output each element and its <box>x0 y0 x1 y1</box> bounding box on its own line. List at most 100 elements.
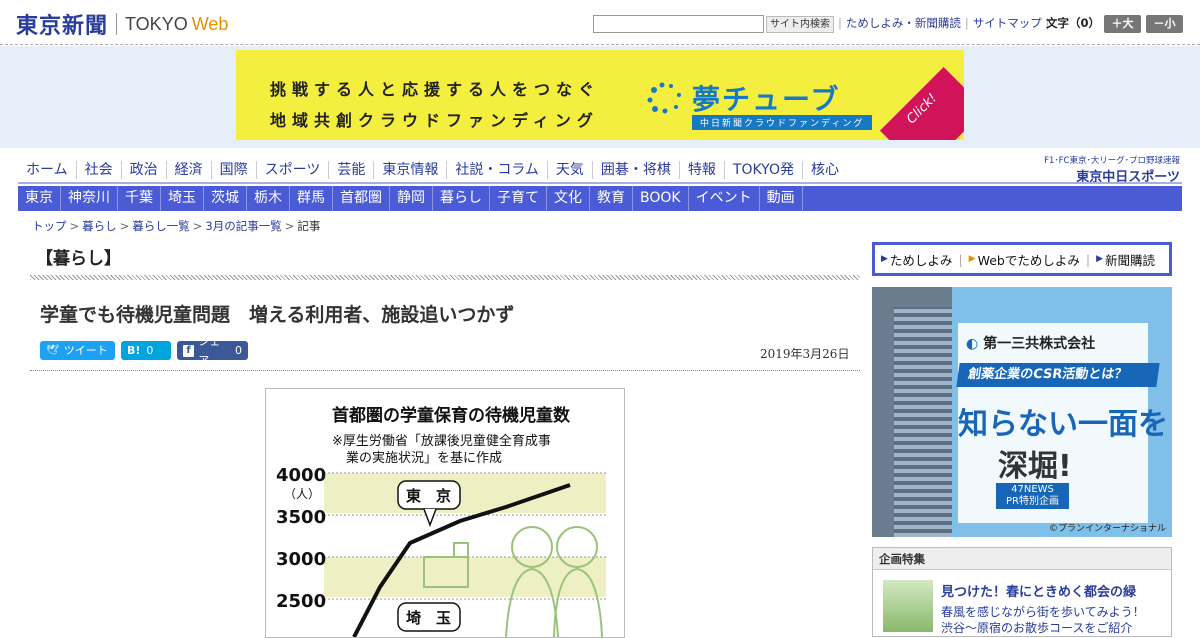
link-divider: | <box>1085 251 1091 267</box>
nav-region-ibaraki[interactable]: 茨城 <box>204 186 247 211</box>
pr-ad-banner[interactable]: ◐ 第一三共株式会社 創薬企業のCSR活動とは？ 知らない一面を 深堀! 47N… <box>872 287 1172 537</box>
subscription-links: ▶ ためしよみ | ▶ Webでためしよみ | ▶ 新聞購読 <box>872 242 1172 276</box>
trial-link[interactable]: ためしよみ <box>890 250 953 269</box>
chart-band <box>324 473 606 513</box>
chunichi-sports-link[interactable]: F1･FC東京･大リーグ･プロ野球速報 東京中日スポーツ <box>1028 154 1180 185</box>
breadcrumb-lifestyle[interactable]: 暮らし <box>82 219 117 233</box>
nav-society[interactable]: 社会 <box>77 161 122 179</box>
nav-region-shizuoka[interactable]: 静岡 <box>390 186 433 211</box>
nav-video[interactable]: 動画 <box>760 186 803 211</box>
nav-economy[interactable]: 経済 <box>167 161 212 179</box>
nav-region-chiba[interactable]: 千葉 <box>118 186 161 211</box>
facebook-icon: f <box>183 344 195 357</box>
ad-company: ◐ 第一三共株式会社 <box>966 333 1095 353</box>
ad-credit: ©プランインターナショナル <box>1048 524 1166 534</box>
breadcrumb-separator: > <box>69 219 80 233</box>
ad-news-badge: 47NEWS PR特別企画 <box>996 483 1069 509</box>
subscribe-sidebar-link[interactable]: 新聞購読 <box>1105 250 1155 269</box>
arrow-right-icon: ▶ <box>881 254 888 264</box>
figure-note-line2: 業の実施状況」を基に作成 <box>346 450 502 466</box>
nav-home[interactable]: ホーム <box>18 161 77 179</box>
nav-kakushin[interactable]: 核心 <box>803 161 847 179</box>
nav-region-saitama[interactable]: 埼玉 <box>161 186 204 211</box>
nav-sports[interactable]: スポーツ <box>257 161 330 179</box>
special-feature-desc-line1: 春風を感じながら街を歩いてみよう！ <box>941 605 1145 619</box>
nav-culture[interactable]: 文化 <box>547 186 590 211</box>
nav-weather[interactable]: 天気 <box>548 161 593 179</box>
font-size-label: 文字（0） <box>1046 16 1101 30</box>
nav-special-report[interactable]: 特報 <box>680 161 725 179</box>
y-tick-3500: 3500 <box>276 507 326 528</box>
regional-nav: 東京 神奈川 千葉 埼玉 茨城 栃木 群馬 首都圏 静岡 暮らし 子育て 文化 … <box>18 186 1182 211</box>
ad-headline1: 知らない一面を <box>958 407 1168 442</box>
nav-education[interactable]: 教育 <box>590 186 633 211</box>
nav-events[interactable]: イベント <box>689 186 760 211</box>
nav-region-kanagawa[interactable]: 神奈川 <box>61 186 118 211</box>
nav-parenting[interactable]: 子育て <box>490 186 547 211</box>
logo-tokyo: TOKYO <box>125 13 188 34</box>
nav-tokyo-hatsu[interactable]: TOKYO発 <box>725 161 803 179</box>
special-feature-box: 企画特集 見つけた！春にときめく都会の緑 春風を感じながら街を歩いてみよう！ 渋… <box>872 547 1172 637</box>
font-smaller-button[interactable]: －小 <box>1146 15 1183 33</box>
font-larger-button[interactable]: ＋大 <box>1104 15 1141 33</box>
chunichi-sub: F1･FC東京･大リーグ･プロ野球速報 <box>1044 156 1180 166</box>
article-divider <box>30 370 860 371</box>
search-input[interactable] <box>593 15 764 33</box>
nav-region-tochigi[interactable]: 栃木 <box>247 186 290 211</box>
hatena-button[interactable]: B! 0 <box>121 341 171 360</box>
web-trial-link[interactable]: Webでためしよみ <box>978 250 1080 269</box>
tokyo-label: 東 京 <box>406 487 451 505</box>
nav-region-gunma[interactable]: 群馬 <box>290 186 333 211</box>
nav-lifestyle[interactable]: 暮らし <box>433 186 490 211</box>
logo-kanji: 東京新聞 <box>16 13 109 39</box>
nav-politics[interactable]: 政治 <box>122 161 167 179</box>
primary-nav: ホーム 社会 政治 経済 国際 スポーツ 芸能 東京情報 社説・コラム 天気 囲… <box>18 158 847 182</box>
logo-divider <box>116 13 118 35</box>
special-feature-title[interactable]: 見つけた！春にときめく都会の緑 <box>941 581 1136 600</box>
breadcrumb: トップ > 暮らし > 暮らし一覧 >3月の記事一覧 > 記事 <box>32 218 320 234</box>
link-divider: | <box>838 16 842 30</box>
banner-brand-sub: 中日新聞クラウドファンディング <box>692 115 873 130</box>
nav-editorial[interactable]: 社説・コラム <box>447 161 548 179</box>
special-feature-desc-line2: 渋谷～原宿のお散歩コースをご紹介 <box>941 621 1133 635</box>
figure-note-line1: ※厚生労働省「放課後児童健全育成事 <box>332 433 551 449</box>
special-feature-thumbnail[interactable] <box>883 580 933 632</box>
search-button[interactable]: サイト内検索 <box>766 16 834 33</box>
hatena-count: 0 <box>146 344 154 357</box>
tweet-button[interactable]: 🕊 ツイート <box>40 341 115 360</box>
breadcrumb-march-list[interactable]: 3月の記事一覧 <box>205 219 281 233</box>
nav-divider <box>18 182 1182 184</box>
crowdfunding-banner[interactable]: 挑戦する人と応援する人をつなぐ 地域共創クラウドファンディング 夢チューブ 中日… <box>236 50 964 140</box>
breadcrumb-top[interactable]: トップ <box>32 219 67 233</box>
facebook-share-button[interactable]: f シェア 0 <box>177 335 248 367</box>
breadcrumb-lifestyle-list[interactable]: 暮らし一覧 <box>132 219 190 233</box>
hatena-label: B! <box>127 344 141 357</box>
nav-region-shutoken[interactable]: 首都圏 <box>333 186 390 211</box>
nav-entertainment[interactable]: 芸能 <box>329 161 375 179</box>
facebook-share-count: 0 <box>235 344 242 357</box>
article-date: 2019年3月26日 <box>760 347 850 361</box>
twitter-bird-icon: 🕊 <box>46 345 59 356</box>
section-stripe <box>30 275 860 280</box>
logo-web: Web <box>191 13 229 34</box>
nav-go-shogi[interactable]: 囲碁・将棋 <box>593 161 680 179</box>
subscription-links-inner: ▶ ためしよみ | ▶ Webでためしよみ | ▶ 新聞購読 <box>875 245 1169 273</box>
y-tick-4000: 4000 <box>276 465 326 486</box>
company-logo-icon: ◐ <box>966 336 984 352</box>
ad-building-windows <box>894 307 952 537</box>
y-tick-2500: 2500 <box>276 591 326 612</box>
dots-logo-icon <box>647 82 681 114</box>
nav-region-tokyo[interactable]: 東京 <box>18 186 61 211</box>
waiting-children-chart: 首都圏の学童保育の待機児童数 ※厚生労働省「放課後児童健全育成事 業の実施状況」… <box>274 397 616 637</box>
nav-tokyo-info[interactable]: 東京情報 <box>374 161 448 179</box>
nav-international[interactable]: 国際 <box>212 161 257 179</box>
section-title: 【暮らし】 <box>36 249 121 269</box>
nav-book[interactable]: BOOK <box>633 186 689 211</box>
article-figure[interactable]: 首都圏の学童保育の待機児童数 ※厚生労働省「放課後児童健全育成事 業の実施状況」… <box>265 388 625 638</box>
subscribe-link[interactable]: ためしよみ・新聞購読 <box>846 15 961 31</box>
saitama-label: 埼 玉 <box>406 609 451 627</box>
special-feature-desc: 春風を感じながら街を歩いてみよう！ 渋谷～原宿のお散歩コースをご紹介 <box>941 604 1165 636</box>
sitemap-link[interactable]: サイトマップ <box>973 15 1042 31</box>
ad-ribbon: 創薬企業のCSR活動とは？ <box>956 363 1160 387</box>
site-logo[interactable]: 東京新聞 TOKYO Web <box>16 8 228 40</box>
